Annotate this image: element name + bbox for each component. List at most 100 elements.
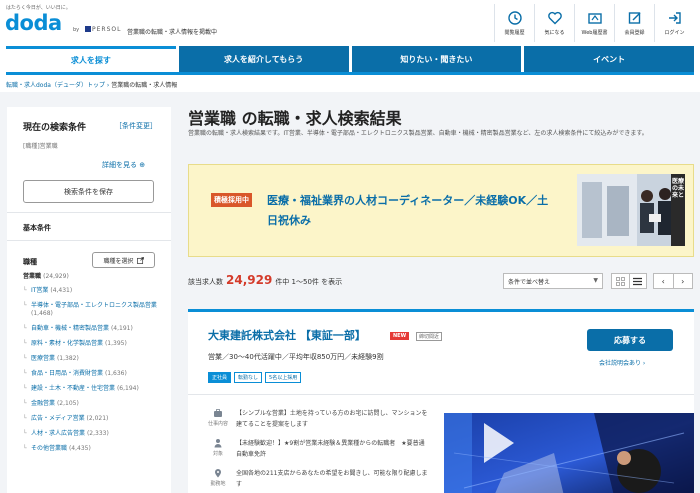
promo-image (444, 413, 694, 493)
sidebar-divider (7, 240, 171, 241)
sort-select[interactable]: 条件で並べ替え ▼ (503, 273, 603, 289)
login-button[interactable]: ログイン (654, 4, 694, 42)
briefcase-icon (214, 409, 222, 417)
job-type-construction-sales[interactable]: 建設・土木・不動産・住宅営業 (6,194) (23, 385, 163, 393)
closing-soon-badge: 締切間近 (416, 332, 443, 341)
card-divider (188, 394, 694, 395)
target-label: 対象 (208, 438, 228, 460)
job-title[interactable]: 営業／30〜40代活躍中／平均年収850万円／未経験9割 (208, 352, 384, 362)
result-range: 件中 1〜50件 を表示 (275, 278, 343, 286)
grid-view-button[interactable] (612, 274, 629, 288)
job-tag: 5名以上採用 (265, 372, 302, 383)
job-card: 大東建託株式会社 【東証一部】 NEW 締切間近 営業／30〜40代活躍中／平均… (188, 309, 694, 493)
grid-icon (615, 276, 625, 286)
sort-select-value: 条件で並べ替え (508, 278, 551, 286)
job-type-materials-sales[interactable]: 原料・素材・化学製品営業 (1,395) (23, 340, 163, 348)
apply-button[interactable]: 応募する (587, 329, 673, 351)
result-count-number: 24,929 (226, 273, 273, 287)
job-type-electronics-sales[interactable]: 半導体・電子部品・エレクトロニクス製品営業 (1,468) (23, 302, 163, 318)
target-text: 【未経験歓迎！】★9割が営業未経験＆異業種からの転職者 ★要普通自動車免許 (236, 440, 425, 458)
breadcrumb-home[interactable]: 転職・求人doda（デューダ）トップ (6, 82, 105, 89)
location-text: 全国各地の211支店からあなたの希望をお聞きし、可能な限り配慮します (236, 470, 428, 488)
job-type-medical-sales[interactable]: 医療営業 (1,382) (23, 355, 163, 363)
persol-logo: PERSOL (85, 26, 121, 33)
job-type-hr-sales[interactable]: 人材・求人広告営業 (2,333) (23, 430, 163, 438)
job-type-machinery-sales[interactable]: 自動車・機械・精密製品営業 (4,191) (23, 325, 163, 333)
featured-job-title[interactable]: 医療・福祉業界の人材コーディネーター／未経験OK／土日祝休み (267, 191, 557, 231)
site-description: 営業職の転職・求人情報を掲載中 (127, 29, 218, 36)
login-label: ログイン (664, 30, 685, 36)
job-type-other-sales[interactable]: その他営業職 (4,435) (23, 445, 163, 453)
result-count-label: 該当求人数 (188, 278, 223, 286)
register-button[interactable]: 会員登録 (614, 4, 654, 42)
pager: ‹ › (653, 273, 693, 289)
resume-icon (587, 13, 602, 24)
pin-icon (215, 469, 221, 478)
job-detail-row: 勤務地 全国各地の211支店からあなたの希望をお聞きし、可能な限り配慮します (208, 468, 428, 490)
tagline: はたらく今日が、いい日に。 (6, 5, 71, 11)
person-icon (214, 439, 222, 448)
new-badge: NEW (390, 332, 410, 340)
register-label: 会員登録 (624, 30, 645, 36)
job-type-consumer-sales[interactable]: 食品・日用品・消費財営業 (1,636) (23, 370, 163, 378)
header-icon-menu: 閲覧履歴 気になる Web履歴書 会員登録 ログイン (494, 4, 694, 42)
job-type-label: 職種 (23, 258, 37, 266)
tab-get-introduced[interactable]: 求人を紹介してもらう (178, 46, 349, 72)
job-detail-row: 仕事内容 【シンプルな営業】土地を持っている方のお宅に訪問し、マンションを建てる… (208, 408, 428, 430)
job-tags: 正社員 転勤なし 5名以上採用 (208, 372, 302, 383)
doda-logo[interactable]: doda (5, 11, 62, 35)
job-type-sales[interactable]: 営業職 (24,929) (23, 273, 163, 281)
basic-conditions-heading: 基本条件 (23, 224, 51, 232)
featured-job-image: 医療の未来と (577, 174, 685, 246)
job-type-list: 営業職 (24,929) IT営業 (4,431) 半導体・電子部品・エレクトロ… (23, 273, 163, 460)
job-type-media-sales[interactable]: 広告・メディア営業 (2,021) (23, 415, 163, 423)
history-button[interactable]: 閲覧履歴 (494, 4, 534, 42)
resume-label: Web履歴書 (581, 30, 608, 36)
company-name[interactable]: 大東建託株式会社 【東証一部】 (208, 327, 366, 343)
job-tag: 転勤なし (234, 372, 263, 383)
current-conditions-title: 現在の検索条件 (23, 123, 87, 133)
list-icon (633, 277, 643, 285)
info-session-link[interactable]: 会社説明会あり › (599, 358, 645, 367)
prev-page-button[interactable]: ‹ (654, 274, 673, 288)
edit-conditions-link[interactable]: ［条件変更］ (115, 121, 157, 131)
current-condition: [職種]営業職 (23, 143, 58, 150)
tab-events[interactable]: イベント (524, 46, 694, 72)
job-card-image (444, 413, 694, 493)
show-details-link[interactable]: 詳細を見る ⊕ (102, 160, 145, 170)
favorites-button[interactable]: 気になる (534, 4, 574, 42)
persol-mark-icon (85, 26, 91, 32)
main-nav: 求人を探す 求人を紹介してもらう 知りたい・聞きたい イベント (6, 46, 694, 72)
save-search-button[interactable]: 検索条件を保存 (23, 180, 154, 203)
job-content-label: 仕事内容 (208, 408, 228, 430)
select-job-type-label: 職種を選択 (103, 257, 134, 265)
job-tag: 正社員 (208, 372, 232, 383)
tab-learn[interactable]: 知りたい・聞きたい (351, 46, 522, 72)
featured-badge: 積極採用中 (211, 193, 252, 207)
resume-button[interactable]: Web履歴書 (574, 4, 614, 42)
next-page-button[interactable]: › (672, 274, 693, 288)
history-icon (507, 11, 522, 25)
tab-find-jobs[interactable]: 求人を探す (6, 46, 176, 72)
job-type-finance-sales[interactable]: 金融営業 (2,105) (23, 400, 163, 408)
page-title: 営業職 の転職・求人検索結果 (188, 109, 402, 128)
office-people-image (577, 174, 685, 246)
site-header: はたらく今日が、いい日に。 doda by PERSOL 営業職の転職・求人情報… (0, 0, 700, 46)
location-label: 勤務地 (208, 468, 228, 490)
list-view-button[interactable] (628, 274, 647, 288)
favorites-label: 気になる (544, 30, 565, 36)
nav-underline (6, 72, 694, 75)
sidebar-divider (7, 212, 171, 213)
select-job-type-button[interactable]: 職種を選択 (92, 252, 155, 268)
result-count: 該当求人数 24,929 件中 1〜50件 を表示 (188, 273, 342, 287)
history-label: 閲覧履歴 (504, 30, 525, 36)
login-icon (668, 12, 681, 24)
job-content-text: 【シンプルな営業】土地を持っている方のお宅に訪問し、マンションを建てることを提案… (236, 410, 428, 428)
logo-by: by (73, 27, 80, 33)
breadcrumb: 転職・求人doda（デューダ）トップ › 営業職の転職・求人情報 (6, 80, 177, 89)
breadcrumb-current: 営業職の転職・求人情報 (111, 82, 178, 89)
featured-job-banner[interactable]: 積極採用中 医療・福祉業界の人材コーディネーター／未経験OK／土日祝休み 医療の… (188, 164, 694, 257)
job-detail-row: 対象 【未経験歓迎！】★9割が営業未経験＆異業種からの転職者 ★要普通自動車免許 (208, 438, 428, 460)
search-sidebar: 現在の検索条件 ［条件変更］ [職種]営業職 詳細を見る ⊕ 検索条件を保存 基… (7, 107, 171, 493)
job-type-it-sales[interactable]: IT営業 (4,431) (23, 287, 163, 295)
